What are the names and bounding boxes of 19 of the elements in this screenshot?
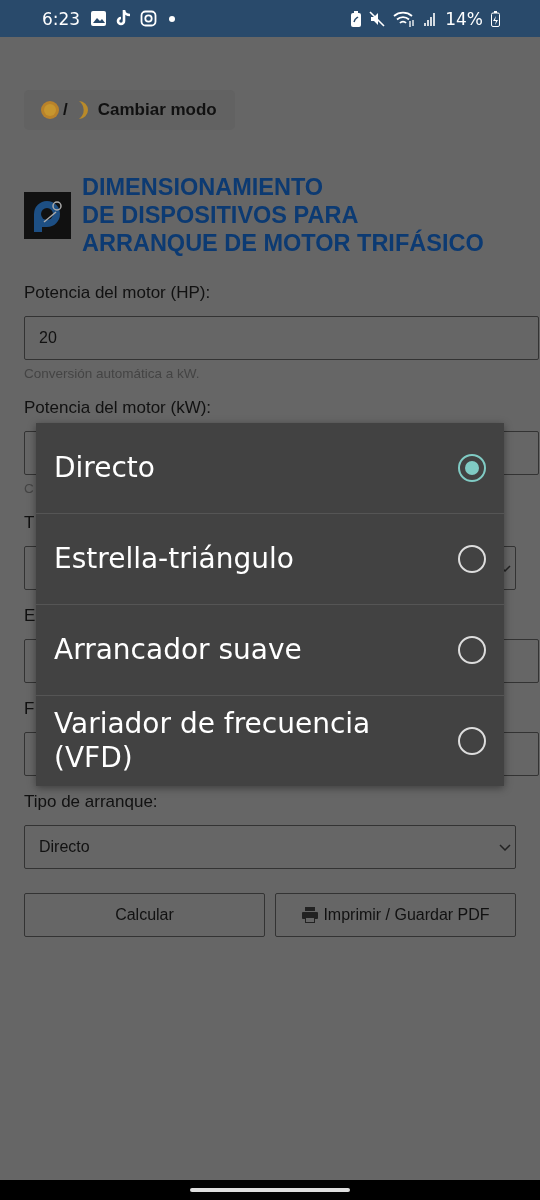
calculate-button[interactable]: Calcular: [24, 893, 265, 937]
option-row[interactable]: Estrella-triángulo: [36, 513, 504, 604]
select-field[interactable]: Directo: [24, 825, 516, 869]
field-label: Potencia del motor (HP):: [24, 283, 212, 303]
field-label: Tipo de arranque:: [24, 792, 159, 812]
clock-time: 6:23: [42, 8, 81, 29]
field-label: Potencia del motor (kW):: [24, 398, 213, 418]
field-label: E: [24, 606, 37, 626]
option-row[interactable]: Directo: [36, 423, 504, 513]
battery-percent: 14%: [445, 8, 483, 29]
option-row[interactable]: Arrancador suave: [36, 604, 504, 695]
page-title: DIMENSIONAMIENTO DE DISPOSITIVOS PARA ARRANQUE DE MOTOR TRIFÁSICO: [82, 173, 484, 257]
separator-slash: /: [63, 100, 68, 120]
input-field[interactable]: 20: [24, 316, 539, 360]
option-row[interactable]: Variador de frecuencia (VFD): [36, 695, 504, 786]
field-label: T: [24, 513, 36, 533]
print-button[interactable]: Imprimir / Guardar PDF: [275, 893, 516, 937]
mode-toggle-button[interactable]: / Cambiar modo: [24, 90, 235, 130]
field-label: F: [24, 699, 36, 719]
